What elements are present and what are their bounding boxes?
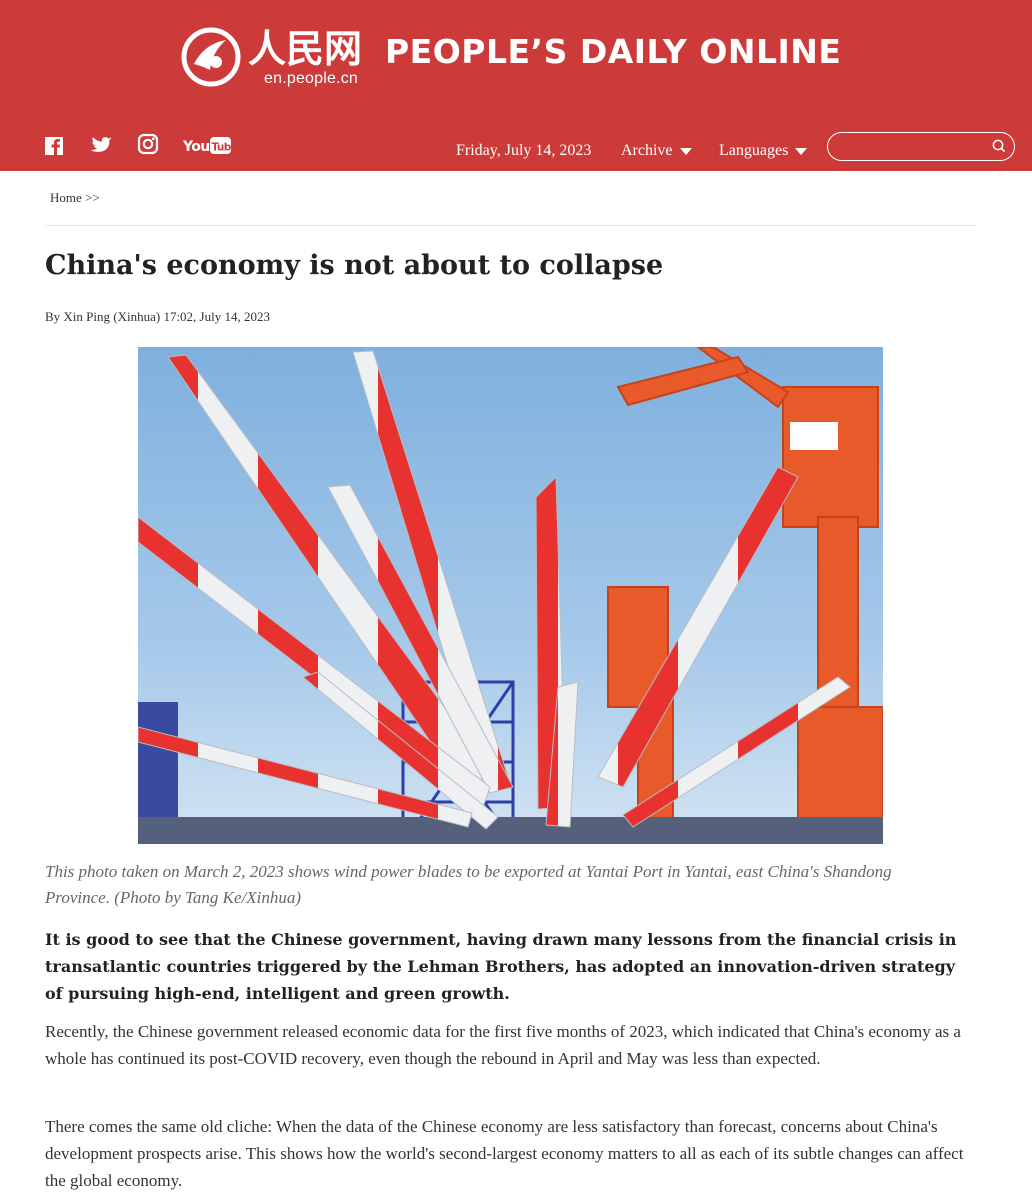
youtube-icon[interactable]: You Tube: [183, 135, 231, 157]
chevron-down-icon: [795, 147, 808, 155]
svg-text:Tube: Tube: [212, 142, 232, 154]
instagram-icon[interactable]: [137, 133, 159, 155]
svg-text:人民网: 人民网: [248, 27, 362, 71]
article-title: China's economy is not about to collapse: [45, 250, 664, 281]
chevron-down-icon: [679, 147, 692, 155]
people-logo-icon: [181, 27, 241, 87]
search-icon[interactable]: [992, 139, 1006, 153]
twitter-icon[interactable]: [89, 134, 113, 156]
logo-chinese-wordmark: 人民网: [248, 27, 362, 71]
archive-label: Archive: [621, 142, 673, 159]
photo-caption: This photo taken on March 2, 2023 shows …: [45, 862, 892, 907]
search-input[interactable]: [838, 136, 992, 158]
divider: [45, 225, 976, 226]
site-name: PEOPLE’S DAILY ONLINE: [385, 32, 842, 71]
facebook-icon[interactable]: [44, 134, 64, 156]
article-lead: It is good to see that the Chinese gover…: [45, 930, 957, 1003]
languages-menu[interactable]: Languages: [719, 142, 808, 160]
archive-menu[interactable]: Archive: [621, 142, 692, 160]
breadcrumb[interactable]: Home >>: [50, 190, 100, 206]
logo-url: en.people.cn: [264, 70, 359, 87]
svg-text:You: You: [183, 139, 210, 155]
article-paragraph: Recently, the Chinese government release…: [45, 1022, 961, 1068]
languages-label: Languages: [719, 142, 789, 159]
article-paragraph: There comes the same old cliche: When th…: [45, 1117, 964, 1190]
search-box: [827, 132, 1015, 161]
article-photo: [138, 347, 883, 844]
site-header: 人民网 en.people.cn PEOPLE’S DAILY ONLINE Y…: [0, 0, 1032, 171]
current-date: Friday, July 14, 2023: [456, 142, 592, 159]
article-byline: By Xin Ping (Xinhua) 17:02, July 14, 202…: [45, 309, 270, 324]
